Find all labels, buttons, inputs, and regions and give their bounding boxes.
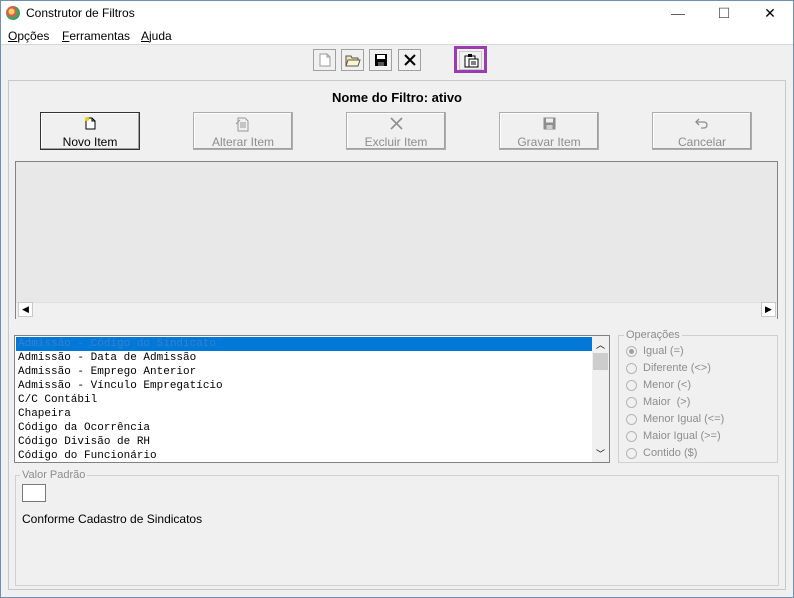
app-icon — [6, 6, 20, 20]
filter-items-grid[interactable] — [15, 161, 778, 319]
horizontal-scrollbar[interactable] — [16, 302, 777, 319]
radio-menor[interactable]: Menor (<) — [626, 379, 776, 393]
scroll-right-arrow-icon[interactable]: ▶ — [761, 302, 776, 317]
new-file-icon — [319, 53, 330, 67]
toolbar-delete-button[interactable] — [398, 49, 421, 71]
scrollbar-thumb[interactable] — [593, 353, 608, 370]
radio-maior-igual[interactable]: Maior Igual (>=) — [626, 430, 776, 444]
delete-x-icon — [389, 117, 403, 130]
toolbar-clipboard-button[interactable] — [459, 51, 482, 70]
maximize-button[interactable]: ☐ — [701, 1, 747, 25]
delete-item-button[interactable]: Excluir Item — [346, 112, 446, 150]
menu-opcoes[interactable]: Opções — [8, 29, 49, 43]
list-item[interactable]: Código do Funcionário — [18, 449, 157, 462]
new-item-label: Novo Item — [62, 135, 118, 149]
toolbar-open-button[interactable] — [341, 49, 364, 71]
default-value-title: Valor Padrão — [20, 469, 88, 481]
list-item[interactable]: Admissão - Data de Admissão — [18, 351, 196, 365]
radio-igual[interactable]: Igual (=) — [626, 345, 776, 359]
close-button[interactable]: ✕ — [747, 1, 793, 25]
radio-diferente[interactable]: Diferente (<>) — [626, 362, 776, 376]
save-disk-icon — [543, 117, 555, 130]
filter-name-label: Nome do Filtro: ativo — [332, 90, 462, 105]
list-item[interactable]: Admissão - Emprego Anterior — [18, 365, 196, 379]
delete-x-icon — [403, 54, 416, 66]
edit-item-label: Alterar Item — [211, 135, 274, 149]
save-disk-icon — [374, 54, 387, 66]
undo-arrow-icon — [695, 118, 708, 129]
save-item-button[interactable]: Gravar Item — [499, 112, 599, 150]
scroll-up-arrow-icon[interactable]: ︿ — [596, 338, 605, 351]
radio-contido[interactable]: Contido ($) — [626, 447, 776, 461]
list-item[interactable]: Código Divisão de RH — [18, 435, 150, 449]
open-folder-icon — [344, 55, 361, 66]
menu-ajuda[interactable]: Ajuda — [141, 29, 172, 43]
menu-ferramentas[interactable]: Ferramentas — [62, 29, 130, 43]
default-value-input[interactable] — [22, 484, 46, 502]
new-document-icon — [84, 117, 95, 130]
clipboard-icon — [464, 53, 478, 67]
default-value-description: Conforme Cadastro de Sindicatos — [22, 512, 203, 526]
cancel-label: Cancelar — [677, 135, 727, 149]
menu-separator — [1, 44, 793, 45]
list-item[interactable]: Chapeira — [18, 407, 71, 421]
list-item[interactable]: Admissão - Código do Sindicato — [16, 337, 593, 351]
field-list[interactable]: Admissão - Código do Sindicato Admissão … — [14, 335, 610, 463]
list-item[interactable]: Admissão - Vínculo Empregatício — [18, 379, 223, 393]
save-item-label: Gravar Item — [517, 135, 581, 149]
radio-menor-igual[interactable]: Menor Igual (<=) — [626, 413, 776, 427]
new-item-button[interactable]: Novo Item — [40, 112, 140, 150]
toolbar-save-button[interactable] — [369, 49, 392, 71]
scroll-down-arrow-icon[interactable]: ﹀ — [596, 447, 605, 460]
edit-item-button[interactable]: Alterar Item — [193, 112, 293, 150]
default-value-group — [15, 475, 779, 586]
cancel-button[interactable]: Cancelar — [652, 112, 752, 150]
edit-document-icon — [235, 117, 249, 132]
operations-title: Operações — [624, 329, 682, 341]
radio-maior[interactable]: Maior (>) — [626, 396, 776, 410]
list-item[interactable]: Código da Ocorrência — [18, 421, 150, 435]
toolbar-new-button[interactable] — [313, 49, 336, 71]
list-item[interactable]: C/C Contábil — [18, 393, 97, 407]
scroll-left-arrow-icon[interactable]: ◀ — [18, 302, 33, 317]
window-title: Construtor de Filtros — [26, 6, 135, 20]
minimize-button[interactable]: — — [655, 1, 701, 25]
delete-item-label: Excluir Item — [364, 135, 428, 149]
